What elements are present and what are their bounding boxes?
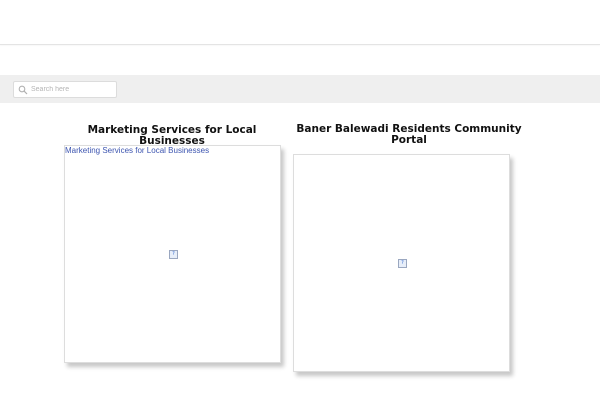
frame-link-marketing[interactable]: Marketing Services for Local Businesses (65, 146, 209, 156)
top-header-bar (0, 0, 600, 45)
search-strip (0, 75, 600, 103)
embedded-frame-community-portal[interactable]: ? (293, 154, 510, 372)
card-title-marketing: Marketing Services for Local Businesses (87, 124, 257, 147)
card-title-community-portal: Baner Balewadi Residents Community Porta… (296, 123, 522, 146)
search-icon (18, 85, 28, 94)
search-box[interactable] (13, 81, 117, 98)
search-input[interactable] (31, 83, 111, 96)
broken-image-icon: ? (169, 250, 178, 259)
embedded-frame-marketing[interactable]: Marketing Services for Local Businesses … (64, 145, 281, 363)
broken-image-icon: ? (398, 259, 407, 268)
